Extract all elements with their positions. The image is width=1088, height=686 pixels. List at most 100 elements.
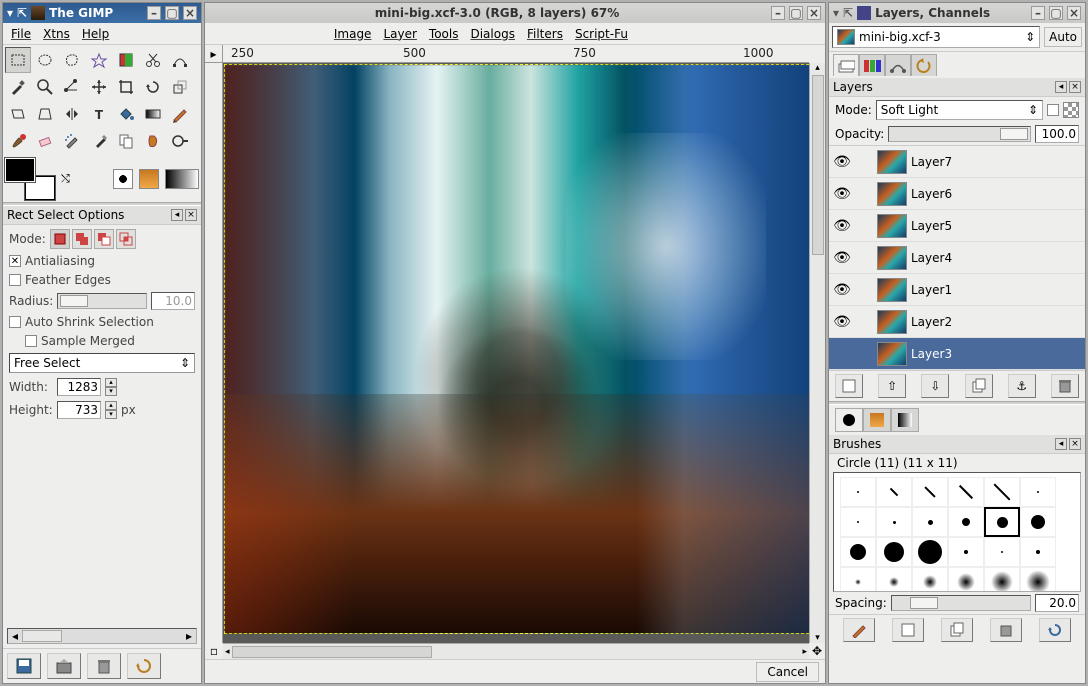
tool-ink[interactable] bbox=[86, 128, 112, 154]
visibility-toggle[interactable]: 👁 bbox=[833, 154, 851, 170]
brush-item[interactable] bbox=[912, 507, 948, 537]
brush-item[interactable] bbox=[840, 477, 876, 507]
scroll-right-icon[interactable]: ▸ bbox=[182, 629, 196, 643]
layer-thumbnail[interactable] bbox=[877, 150, 907, 174]
brush-item[interactable] bbox=[876, 507, 912, 537]
layer-thumbnail[interactable] bbox=[877, 342, 907, 366]
auto-button[interactable]: Auto bbox=[1044, 27, 1082, 47]
tool-rect-select[interactable] bbox=[5, 47, 31, 73]
brush-item[interactable] bbox=[984, 567, 1020, 592]
layer-thumbnail[interactable] bbox=[877, 182, 907, 206]
mode-replace-button[interactable] bbox=[50, 229, 70, 249]
tool-eraser[interactable] bbox=[32, 128, 58, 154]
layer-thumbnail[interactable] bbox=[877, 310, 907, 334]
shrink-type-dropdown[interactable]: Free Select ⇕ bbox=[9, 353, 195, 373]
height-field[interactable]: 733 bbox=[57, 401, 101, 419]
mode-subtract-button[interactable] bbox=[94, 229, 114, 249]
active-brush-indicator[interactable] bbox=[113, 169, 133, 189]
spacing-slider[interactable] bbox=[891, 595, 1031, 611]
image-selector-dropdown[interactable]: mini-big.xcf-3 ⇕ bbox=[832, 26, 1040, 48]
brush-item[interactable] bbox=[1020, 567, 1056, 592]
tool-rotate[interactable] bbox=[140, 74, 166, 100]
brush-item[interactable] bbox=[1020, 537, 1056, 567]
duplicate-layer-button[interactable] bbox=[965, 374, 993, 398]
brush-item[interactable] bbox=[840, 507, 876, 537]
delete-options-button[interactable] bbox=[87, 653, 121, 679]
delete-brush-button[interactable] bbox=[990, 618, 1022, 642]
tool-clone[interactable] bbox=[113, 128, 139, 154]
height-spin[interactable]: ▴▾ bbox=[105, 401, 117, 419]
tab-paths[interactable] bbox=[885, 54, 911, 76]
tool-blend[interactable] bbox=[140, 101, 166, 127]
menu-tools[interactable]: Tools bbox=[429, 27, 459, 41]
tool-bucket-fill[interactable] bbox=[113, 101, 139, 127]
tool-paintbrush[interactable] bbox=[5, 128, 31, 154]
tool-ellipse-select[interactable] bbox=[32, 47, 58, 73]
fg-color[interactable] bbox=[5, 158, 35, 182]
width-field[interactable]: 1283 bbox=[57, 378, 101, 396]
edit-brush-button[interactable] bbox=[843, 618, 875, 642]
brush-item[interactable] bbox=[948, 507, 984, 537]
tool-measure[interactable] bbox=[59, 74, 85, 100]
toolbox-hscroll[interactable]: ◂ ▸ bbox=[7, 628, 197, 644]
brush-item[interactable] bbox=[984, 507, 1020, 537]
brush-item[interactable] bbox=[876, 537, 912, 567]
brush-item[interactable] bbox=[876, 477, 912, 507]
tool-text[interactable]: T bbox=[86, 101, 112, 127]
canvas[interactable] bbox=[223, 63, 809, 643]
maximize-button[interactable]: ▢ bbox=[1049, 6, 1063, 20]
spacing-field[interactable]: 20.0 bbox=[1035, 594, 1079, 612]
mode-intersect-button[interactable] bbox=[116, 229, 136, 249]
navigation-button[interactable]: ✥ bbox=[809, 643, 825, 659]
toolbox-titlebar[interactable]: ▾ ⇱ The GIMP – ▢ × bbox=[3, 3, 201, 23]
minimize-button[interactable]: – bbox=[147, 6, 161, 20]
panel-detach-icon[interactable]: ◂ bbox=[1055, 438, 1067, 450]
horizontal-ruler[interactable]: 250 500 750 1000 bbox=[223, 45, 809, 63]
layer-row[interactable]: 👁 Layer7 bbox=[829, 146, 1085, 178]
brush-item[interactable] bbox=[912, 567, 948, 592]
layer-row[interactable]: 👁Layer2 bbox=[829, 306, 1085, 338]
tool-smudge[interactable] bbox=[140, 128, 166, 154]
raise-layer-button[interactable]: ⇧ bbox=[878, 374, 906, 398]
layer-row[interactable]: 👁Layer6 bbox=[829, 178, 1085, 210]
tab-gradients[interactable] bbox=[891, 408, 919, 432]
layer-thumbnail[interactable] bbox=[877, 214, 907, 238]
tool-fuzzy-select[interactable] bbox=[86, 47, 112, 73]
save-options-button[interactable] bbox=[7, 653, 41, 679]
tool-crop[interactable] bbox=[113, 74, 139, 100]
brush-item[interactable] bbox=[840, 537, 876, 567]
pin-icon[interactable]: ⇱ bbox=[843, 6, 853, 20]
brush-item[interactable] bbox=[948, 567, 984, 592]
brush-item[interactable] bbox=[948, 477, 984, 507]
tab-layers[interactable] bbox=[833, 54, 859, 76]
brush-item[interactable] bbox=[912, 537, 948, 567]
visibility-toggle[interactable]: 👁 bbox=[833, 250, 851, 266]
active-pattern-indicator[interactable] bbox=[139, 169, 159, 189]
image-titlebar[interactable]: mini-big.xcf-3.0 (RGB, 8 layers) 67% – ▢… bbox=[205, 3, 825, 23]
maximize-button[interactable]: ▢ bbox=[789, 6, 803, 20]
close-button[interactable]: × bbox=[807, 6, 821, 20]
tool-dodge-burn[interactable] bbox=[167, 128, 193, 154]
window-menu-icon[interactable]: ▾ bbox=[7, 6, 13, 20]
keep-trans-checkbox[interactable] bbox=[1047, 104, 1059, 116]
layer-thumbnail[interactable] bbox=[877, 246, 907, 270]
visibility-toggle[interactable]: 👁 bbox=[833, 218, 851, 234]
swap-colors-icon[interactable]: ⤭ bbox=[61, 172, 70, 186]
delete-layer-button[interactable] bbox=[1051, 374, 1079, 398]
brush-item[interactable] bbox=[948, 537, 984, 567]
new-brush-button[interactable] bbox=[892, 618, 924, 642]
visibility-toggle[interactable]: 👁 bbox=[833, 282, 851, 298]
menu-help[interactable]: Help bbox=[82, 27, 109, 41]
brush-item[interactable] bbox=[984, 477, 1020, 507]
autoshrink-checkbox[interactable] bbox=[9, 316, 21, 328]
tab-patterns[interactable] bbox=[863, 408, 891, 432]
scroll-left-icon[interactable]: ◂ bbox=[8, 629, 22, 643]
anchor-layer-button[interactable]: ⚓ bbox=[1008, 374, 1036, 398]
layer-row[interactable]: 👁Layer1 bbox=[829, 274, 1085, 306]
new-layer-button[interactable] bbox=[835, 374, 863, 398]
tab-channels[interactable] bbox=[859, 54, 885, 76]
layer-name[interactable]: Layer7 bbox=[911, 155, 952, 169]
ruler-origin-button[interactable]: ▸ bbox=[205, 45, 223, 63]
tool-scissors[interactable] bbox=[140, 47, 166, 73]
layer-name[interactable]: Layer6 bbox=[911, 187, 952, 201]
